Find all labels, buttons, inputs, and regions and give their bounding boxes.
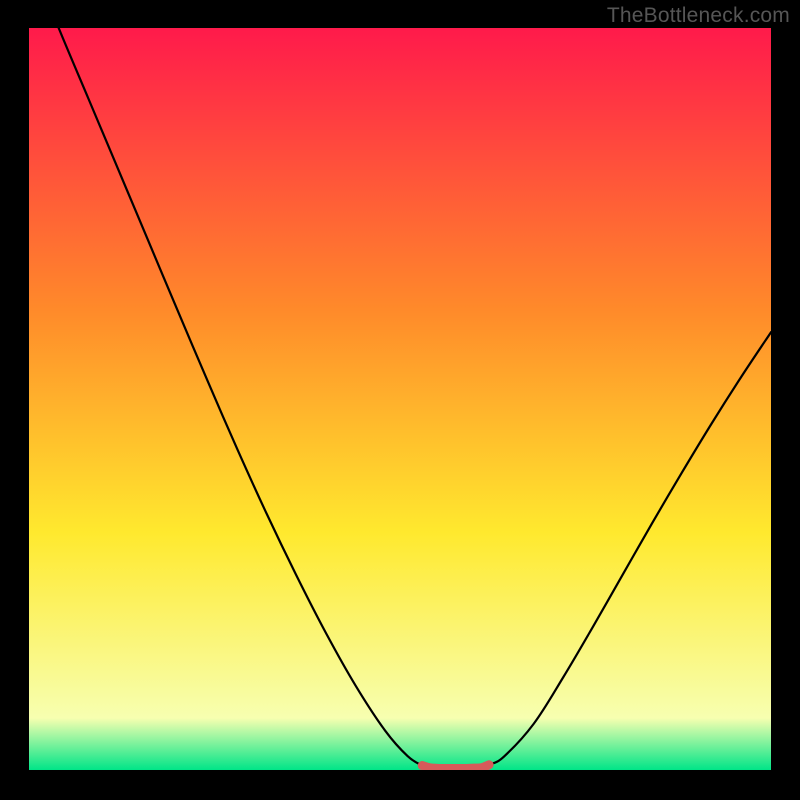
optimal-range-highlight [422, 765, 489, 769]
attribution-label: TheBottleneck.com [607, 4, 790, 28]
chart-background [29, 28, 771, 770]
outer-frame: TheBottleneck.com [0, 0, 800, 800]
bottleneck-chart [29, 28, 771, 770]
